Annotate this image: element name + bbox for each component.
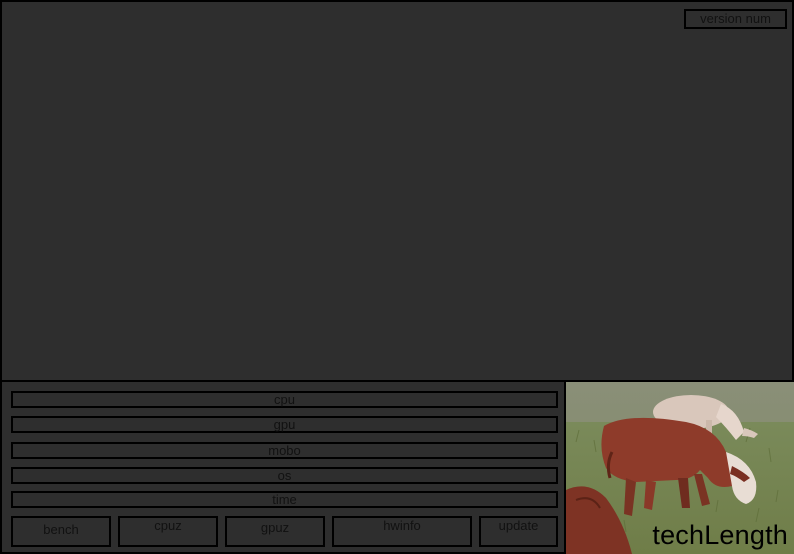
main-display-area: version num <box>2 2 792 382</box>
cpuz-button[interactable]: cpuz <box>118 516 218 547</box>
bench-button[interactable]: bench <box>11 516 111 547</box>
brand-logo-text: techLength <box>652 520 788 550</box>
version-label: version num <box>684 9 787 29</box>
cattle-photo: techLength <box>566 382 794 554</box>
time-info-field: time <box>11 491 558 508</box>
hwinfo-button[interactable]: hwinfo <box>332 516 472 547</box>
update-button[interactable]: update <box>479 516 558 547</box>
mobo-info-field: mobo <box>11 442 558 459</box>
gpu-info-field: gpu <box>11 416 558 433</box>
cpu-info-field: cpu <box>11 391 558 408</box>
system-info-panel: cpu gpu mobo os time bench cpuz gpuz hwi… <box>2 382 566 552</box>
gpuz-button[interactable]: gpuz <box>225 516 325 547</box>
app-window: version num cpu gpu mobo os time bench c… <box>0 0 794 554</box>
os-info-field: os <box>11 467 558 484</box>
